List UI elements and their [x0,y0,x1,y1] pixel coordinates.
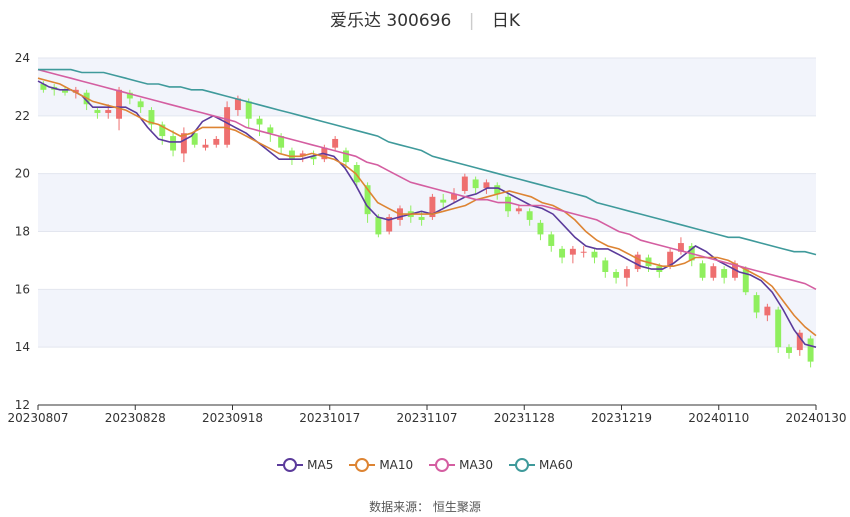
candle-body [440,199,447,203]
y-tick-label: 12 [15,398,30,412]
candle-body [537,222,544,235]
x-tick-label: 20240130 [785,411,846,425]
candle-body [224,107,231,145]
legend-swatch [349,458,376,472]
candle-body [256,118,263,125]
candle-body [753,295,760,313]
data-source: 数据来源： 恒生聚源 [0,498,850,515]
source-name: 恒生聚源 [432,500,481,514]
candle-body [342,150,349,163]
candle-body [245,101,252,119]
candle-body [548,234,555,246]
grid-band [38,173,816,232]
candle-body [461,176,468,192]
legend-item-ma60[interactable]: MA60 [509,458,573,472]
candle-body [613,271,620,278]
legend-swatch-marker [515,458,530,472]
candle-body [137,101,144,108]
y-tick-label: 14 [15,340,30,354]
y-tick-label: 18 [15,225,30,239]
x-tick-label: 20231219 [591,411,652,425]
x-tick-label: 20231107 [396,411,457,425]
candle-body [699,263,706,278]
legend-swatch [429,458,456,472]
legend-item-ma30[interactable]: MA30 [429,458,493,472]
candle-body [472,179,479,189]
candle-body [267,127,274,134]
candle-body [580,251,587,253]
candle-body [288,150,295,160]
legend-label: MA10 [379,458,414,472]
candle-body [634,254,641,270]
grid-band [38,289,816,348]
candle-body [116,89,123,119]
legend-swatch [509,458,536,472]
legend-label: MA60 [539,458,573,472]
y-tick-label: 20 [15,167,30,181]
x-tick-label: 20240110 [688,411,749,425]
candle-body [721,269,728,278]
candle-body [202,144,209,148]
source-label: 数据来源： [369,500,430,514]
candle-body [94,110,101,113]
y-tick-label: 22 [15,109,30,123]
candle-body [105,110,112,113]
candle-body [602,260,609,272]
background-bands [38,58,816,348]
candle-body [591,251,598,258]
y-tick-label: 24 [15,51,30,65]
legend-swatch [277,458,304,472]
candle-body [764,306,771,316]
candle-body [483,182,490,189]
candle-body [710,266,717,278]
candle-body [418,217,425,220]
legend-swatch-marker [355,458,370,472]
x-tick-label: 20230828 [105,411,166,425]
grid-band [38,58,816,116]
candle-body [569,248,576,255]
candle-body [526,211,533,220]
candle-body [786,347,792,353]
legend: MA5 MA10 MA30 MA60 [0,458,850,475]
candle-body [559,248,566,258]
legend-label: MA5 [307,458,334,472]
x-tick-label: 20230918 [202,411,263,425]
y-axis: 12 14 16 18 20 22 24 [15,51,30,412]
legend-item-ma5[interactable]: MA5 [277,458,333,472]
kline-chart: 12141618202224 20230807 20230828 20230918 2… [7,51,847,425]
x-tick-label: 20230807 [7,411,68,425]
candle-body [623,269,630,278]
candle-body [775,309,782,348]
candle-body [505,196,512,212]
candle-body [375,217,382,235]
legend-swatch-marker [283,458,298,472]
candle-body [213,138,220,145]
legend-swatch-marker [435,458,450,472]
candle-body [332,138,339,148]
legend-item-ma10[interactable]: MA10 [349,458,413,472]
candle-body [807,338,814,362]
x-tick-label: 20231017 [299,411,360,425]
x-tick-label: 20231128 [494,411,555,425]
x-axis: 20230807 20230828 20230918 20231017 20231107… [7,404,847,425]
y-tick-label: 16 [15,282,30,296]
legend-label: MA30 [459,458,494,472]
candle-body [515,208,522,212]
candle-body [170,136,177,151]
